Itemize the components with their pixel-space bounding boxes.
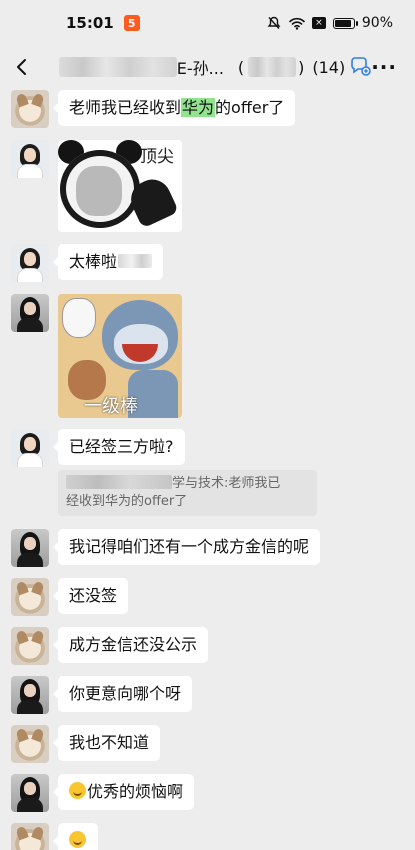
message-bubble[interactable]: 太棒啦	[52, 244, 164, 280]
message-text: 你更意向哪个呀	[69, 684, 182, 703]
quote-sender: 学与技术	[172, 476, 225, 491]
message-bubble[interactable]: 你更意向哪个呀	[52, 676, 193, 712]
sim-off-icon: ×	[311, 17, 326, 29]
wifi-icon	[289, 16, 305, 30]
message-bubble[interactable]: 已经签三方啦?	[53, 429, 185, 465]
group-name[interactable]: E-孙...	[177, 55, 224, 79]
message-text: 已经签三方啦?	[69, 437, 174, 456]
message-text: 成方金信还没公示	[69, 635, 198, 654]
title-open-paren: (	[237, 57, 245, 77]
message-text: 优秀的烦恼啊	[87, 782, 184, 801]
avatar-student[interactable]	[11, 823, 49, 850]
message-bubble[interactable]: 成方金信还没公示	[52, 627, 209, 663]
app-notification-icon: 5	[123, 15, 140, 31]
avatar-teacher[interactable]	[11, 140, 49, 178]
title-close-paren: )	[298, 57, 305, 77]
avatar-student[interactable]	[11, 90, 49, 128]
battery-percent: 90%	[361, 15, 393, 31]
quote-line-2: 经收到华为的offer了	[66, 494, 188, 509]
avatar-student[interactable]	[11, 627, 49, 665]
laughing-emoji-icon	[69, 831, 86, 848]
status-bar: 15:01 5 × 90%	[0, 0, 415, 46]
more-button[interactable]: ···	[371, 55, 397, 79]
panda-sticker[interactable]: 顶尖	[58, 140, 182, 232]
message-text: 的offer了	[215, 98, 285, 117]
status-time: 15:01	[66, 14, 114, 32]
message-text: 太棒啦	[69, 252, 118, 271]
smile-emoji-icon	[69, 782, 86, 799]
avatar-teacher-2[interactable]	[11, 294, 49, 332]
avatar-teacher[interactable]	[11, 429, 49, 467]
tom-and-jerry-sticker[interactable]: 一级棒	[58, 294, 182, 418]
status-icons: × 90%	[266, 15, 393, 31]
group-chat-icon[interactable]	[349, 57, 371, 77]
group-name-redacted	[58, 57, 177, 77]
sticker-caption: 顶尖	[140, 147, 174, 167]
quote-line-1: 学与技术:老师我已	[66, 475, 309, 493]
message-bubble[interactable]	[53, 823, 98, 850]
avatar-teacher-2[interactable]	[11, 529, 49, 567]
message-bubble[interactable]: 我记得咱们还有一个成方金信的呢	[52, 529, 321, 565]
redacted-sender	[66, 475, 172, 489]
battery-icon	[332, 17, 358, 29]
battery-level	[334, 19, 352, 27]
quote-text: :老师我已	[224, 476, 281, 491]
redacted-text	[118, 254, 153, 268]
avatar-teacher-2[interactable]	[11, 676, 49, 714]
group-suffix-redacted	[248, 57, 297, 77]
message-text: 我也不知道	[69, 733, 150, 752]
back-chevron-icon	[16, 59, 26, 75]
avatar-student[interactable]	[11, 725, 49, 763]
sticker-caption: 一级棒	[84, 396, 138, 417]
avatar-teacher-2[interactable]	[11, 774, 49, 812]
message-text: 我记得咱们还有一个成方金信的呢	[69, 537, 310, 556]
back-button[interactable]	[2, 46, 42, 88]
quoted-message[interactable]: 学与技术:老师我已 经收到华为的offer了	[58, 470, 317, 516]
member-count: (14)	[312, 57, 346, 77]
message-text: 还没签	[69, 586, 118, 605]
message-bubble[interactable]: 优秀的烦恼啊	[52, 774, 195, 810]
message-bubble[interactable]: 老师我已经收到华为的offer了	[52, 90, 296, 126]
avatar-teacher[interactable]	[11, 244, 49, 282]
avatar-student[interactable]	[11, 578, 49, 616]
message-bubble[interactable]: 还没签	[52, 578, 129, 614]
mute-bell-icon	[266, 16, 282, 30]
chat-header: E-孙... ( ) (14) ···	[0, 46, 415, 88]
message-bubble[interactable]: 我也不知道	[52, 725, 161, 761]
message-text: 老师我已经收到	[69, 98, 182, 117]
message-list[interactable]: 老师我已经收到华为的offer了 顶尖 太棒啦 一级棒 已经签三方啦? 学与技术…	[0, 88, 415, 850]
highlighted-keyword: 华为	[181, 98, 216, 117]
